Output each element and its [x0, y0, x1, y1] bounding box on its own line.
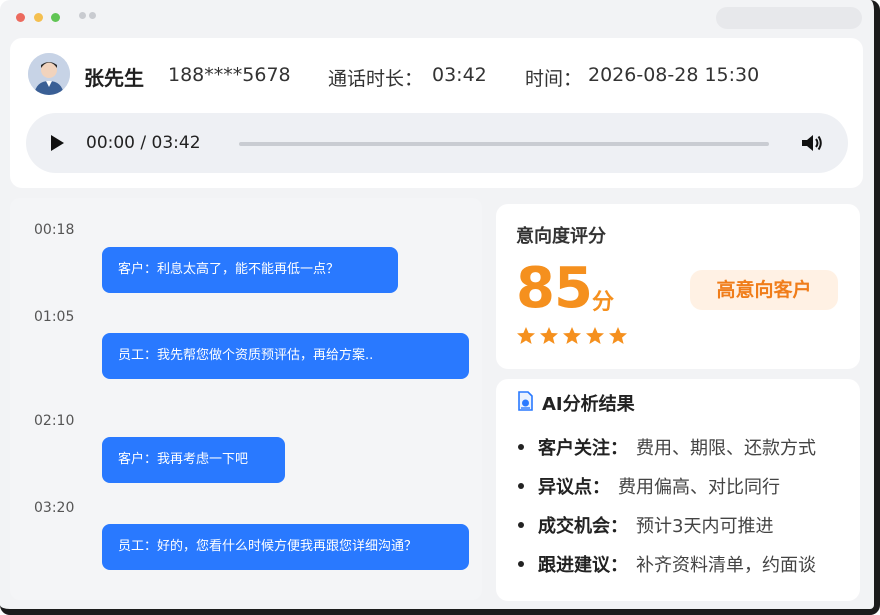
- playback-progress-bar[interactable]: [239, 142, 769, 146]
- ai-analysis-item: 成交机会： 预计3天内可推进: [518, 512, 773, 538]
- customer-phone: 188****5678: [168, 64, 291, 86]
- bullet-icon: [518, 483, 524, 489]
- transcript-timestamp: 01:05: [34, 309, 75, 325]
- app-window: 张先生 188****5678 通话时长： 03:42 时间： 2026-08-…: [0, 0, 880, 615]
- close-window-button[interactable]: [16, 13, 25, 22]
- call-time-value: 2026-08-28 15:30: [588, 64, 760, 86]
- intent-level-badge: 高意向客户: [690, 270, 838, 310]
- ai-analysis-item: 异议点： 费用偏高、对比同行: [518, 473, 780, 499]
- call-duration-label: 通话时长：: [328, 68, 424, 90]
- star-icon: [516, 326, 536, 346]
- customer-avatar: [28, 53, 70, 95]
- star-icon: [585, 326, 605, 346]
- address-bar[interactable]: [716, 7, 862, 29]
- call-header-card: 张先生 188****5678 通话时长： 03:42 时间： 2026-08-…: [10, 38, 863, 188]
- ai-item-value: 费用、期限、还款方式: [636, 438, 816, 459]
- ai-item-key: 客户关注：: [538, 438, 628, 459]
- transcript-message-customer[interactable]: 客户：利息太高了，能不能再低一点？: [102, 247, 398, 293]
- transcript-message-employee[interactable]: 员工：好的，您看什么时候方便我再跟您详细沟通？: [102, 524, 469, 570]
- ai-analysis-item: 跟进建议： 补齐资料清单，约面谈: [518, 551, 816, 577]
- play-icon[interactable]: [48, 133, 66, 153]
- ai-item-key: 成交机会：: [538, 516, 628, 537]
- minimize-window-button[interactable]: [34, 13, 43, 22]
- volume-icon[interactable]: [800, 132, 824, 154]
- intent-score-unit: 分: [592, 290, 615, 315]
- audio-player: 00:00 / 03:42: [26, 113, 848, 173]
- bullet-icon: [518, 522, 524, 528]
- ai-analysis-card: AI分析结果 客户关注： 费用、期限、还款方式 异议点： 费用偏高、对比同行 成交机…: [496, 379, 860, 601]
- transcript-timestamp: 03:20: [34, 500, 75, 516]
- bullet-icon: [518, 444, 524, 450]
- ai-analysis-item: 客户关注： 费用、期限、还款方式: [518, 434, 816, 460]
- star-icon: [539, 326, 559, 346]
- ai-item-value: 费用偏高、对比同行: [618, 477, 780, 498]
- ai-document-icon: [516, 391, 534, 411]
- maximize-window-button[interactable]: [51, 13, 60, 22]
- transcript-timestamp: 02:10: [34, 413, 75, 429]
- intent-score-card: 意向度评分 85 分 高意向客户: [496, 204, 860, 369]
- ai-item-key: 跟进建议：: [538, 555, 628, 576]
- ai-item-key: 异议点：: [538, 477, 610, 498]
- tab-indicator-icon: [79, 12, 86, 19]
- call-duration-value: 03:42: [432, 64, 487, 86]
- transcript-message-employee[interactable]: 员工：我先帮您做个资质预评估，再给方案..: [102, 333, 469, 379]
- tab-indicator-icon: [89, 12, 96, 19]
- ai-item-value: 补齐资料清单，约面谈: [636, 555, 816, 576]
- ai-analysis-title: AI分析结果: [542, 394, 635, 415]
- call-transcript: 00:18 客户：利息太高了，能不能再低一点？ 01:05 员工：我先帮您做个资…: [10, 198, 482, 600]
- intent-score-title: 意向度评分: [516, 226, 606, 247]
- player-time-display: 00:00 / 03:42: [86, 133, 201, 153]
- star-rating: [516, 326, 628, 350]
- intent-score-value: 85: [516, 256, 593, 321]
- call-time-label: 时间：: [525, 68, 583, 90]
- customer-name: 张先生: [84, 66, 144, 90]
- ai-item-value: 预计3天内可推进: [636, 516, 774, 537]
- title-bar: [0, 0, 874, 34]
- star-icon: [608, 326, 628, 346]
- transcript-message-customer[interactable]: 客户：我再考虑一下吧: [102, 437, 285, 483]
- transcript-timestamp: 00:18: [34, 222, 75, 238]
- bullet-icon: [518, 561, 524, 567]
- star-icon: [562, 326, 582, 346]
